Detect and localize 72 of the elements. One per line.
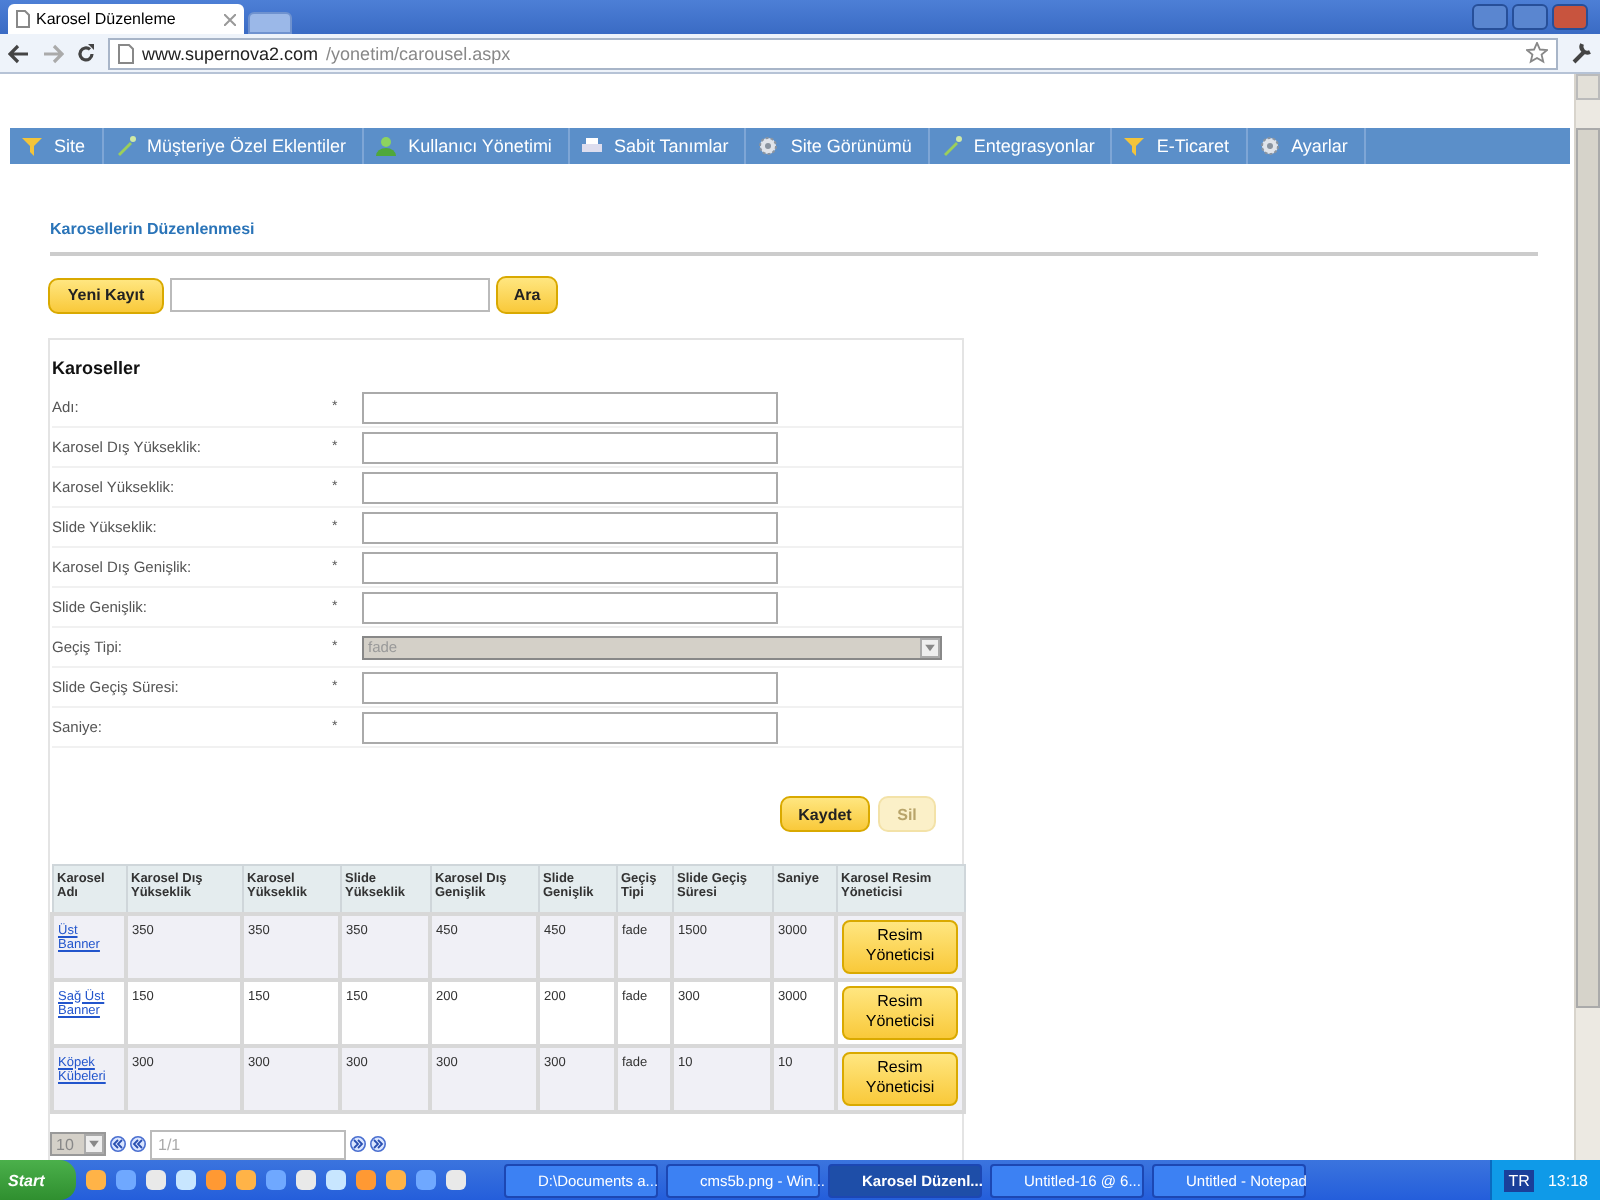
star-icon[interactable]	[1526, 42, 1548, 64]
maximize-button[interactable]	[1512, 4, 1548, 30]
close-button[interactable]	[1552, 4, 1588, 30]
image-manager-button[interactable]: Resim Yöneticisi	[842, 1051, 958, 1105]
input-field[interactable]	[362, 671, 778, 703]
nav-item[interactable]: Entegrasyonlar	[929, 128, 1113, 164]
minimize-button[interactable]	[1472, 4, 1508, 30]
back-icon[interactable]	[8, 43, 30, 63]
page-field[interactable]: 1/1	[150, 1129, 346, 1159]
input-field[interactable]	[362, 391, 778, 423]
app-icon[interactable]	[414, 1168, 438, 1192]
app-icon[interactable]	[264, 1168, 288, 1192]
nav-item[interactable]: Site Görünümü	[746, 128, 930, 164]
wrench-icon[interactable]	[1570, 42, 1592, 64]
new-tab-button[interactable]	[248, 12, 292, 34]
image-manager-button[interactable]: Resim Yöneticisi	[842, 919, 958, 973]
app-icon[interactable]	[384, 1168, 408, 1192]
last-page-icon[interactable]	[370, 1136, 386, 1152]
save-button[interactable]: Kaydet	[780, 796, 870, 832]
app-icon[interactable]	[144, 1168, 168, 1192]
browser-tab[interactable]: Karosel Düzenleme	[8, 4, 244, 34]
input-field[interactable]	[362, 711, 778, 743]
wand-icon	[115, 136, 136, 156]
address-bar[interactable]: www.supernova2.com /yonetim/carousel.aspx	[108, 37, 1558, 69]
wand-icon	[941, 136, 962, 156]
page-icon	[16, 10, 30, 28]
printer-icon	[581, 136, 602, 156]
app-icon[interactable]	[204, 1168, 228, 1192]
nav-item[interactable]: Ayarlar	[1247, 128, 1366, 164]
nav-item[interactable]: Site	[10, 128, 104, 164]
new-record-button[interactable]: Yeni Kayıt	[48, 277, 164, 313]
input-field[interactable]	[362, 591, 778, 623]
next-page-icon[interactable]	[350, 1136, 366, 1152]
nav-item[interactable]: Müşteriye Özel Eklentiler	[103, 128, 365, 164]
nav-item[interactable]: Sabit Tanımlar	[569, 128, 747, 164]
page-icon	[118, 43, 134, 63]
nav-item[interactable]: E-Ticaret	[1112, 128, 1248, 164]
gear-icon	[1259, 136, 1280, 156]
input-field[interactable]	[362, 551, 778, 583]
input-field[interactable]	[362, 511, 778, 543]
scrollbar[interactable]	[1574, 74, 1600, 1160]
page-title: Karosellerin Düzenlenmesi	[50, 220, 255, 238]
previous-page-icon[interactable]	[130, 1136, 146, 1152]
funnel-icon	[1124, 136, 1145, 156]
form-title: Karoseller	[52, 356, 143, 382]
app-icon[interactable]	[234, 1168, 258, 1192]
dropdown-arrow-icon	[920, 637, 940, 657]
language-indicator[interactable]: TR	[1504, 1169, 1534, 1191]
gear-icon	[758, 136, 779, 156]
forward-icon[interactable]	[42, 43, 64, 63]
app-icon[interactable]	[324, 1168, 348, 1192]
input-field[interactable]	[362, 431, 778, 463]
app-icon[interactable]	[444, 1168, 468, 1192]
image-manager-button[interactable]: Resim Yöneticisi	[842, 985, 958, 1039]
search-button[interactable]: Ara	[496, 276, 558, 314]
page-size-select[interactable]: 10	[50, 1132, 106, 1156]
nav-item[interactable]: Kullanıcı Yönetimi	[364, 128, 570, 164]
close-icon[interactable]	[224, 13, 236, 25]
clock: 13:18	[1547, 1171, 1588, 1189]
app-icon[interactable]	[354, 1168, 378, 1192]
search-field[interactable]	[170, 278, 490, 312]
app-icon[interactable]	[114, 1168, 138, 1192]
app-icon[interactable]	[174, 1168, 198, 1192]
funnel-icon	[22, 136, 42, 156]
first-page-icon[interactable]	[110, 1136, 126, 1152]
app-icon[interactable]	[294, 1168, 318, 1192]
input-field[interactable]	[362, 471, 778, 503]
app-icon[interactable]	[84, 1168, 108, 1192]
reload-icon[interactable]	[76, 43, 96, 63]
user-icon	[376, 136, 397, 156]
dropdown-arrow-icon	[84, 1134, 104, 1154]
start-button[interactable]: Start	[0, 1160, 76, 1200]
